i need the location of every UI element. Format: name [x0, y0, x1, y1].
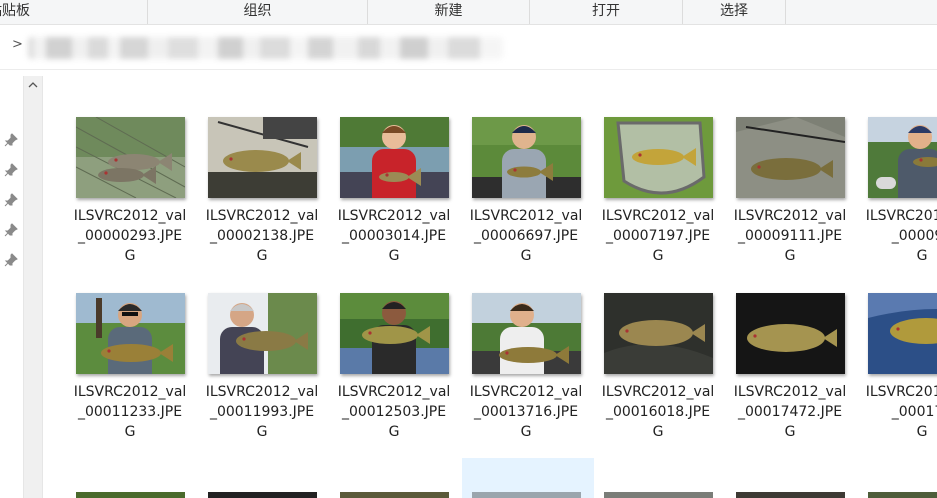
file-name-line: ILSVRC2012_val: [601, 208, 715, 224]
file-thumbnail[interactable]: [868, 117, 937, 198]
file-name-line: _00012503.JPE: [341, 404, 447, 420]
file-name-line: _00016018.JPE: [605, 404, 711, 420]
file-name-label[interactable]: ILSVRC2012_val _00003014.JPE G: [329, 206, 459, 266]
address-chevron-icon[interactable]: >: [12, 37, 23, 52]
file-name-line: G: [916, 424, 928, 440]
file-name-line: _00011233.JPE: [77, 404, 183, 420]
pin-icon[interactable]: [4, 223, 18, 237]
file-name-line: G: [784, 248, 796, 264]
file-name-line: G: [520, 424, 532, 440]
file-name-line: _00017472.JPE: [737, 404, 843, 420]
file-name-line: _00003014.JPE: [341, 228, 447, 244]
file-name-line: _000176: [891, 404, 937, 420]
file-name-line: G: [652, 248, 664, 264]
file-thumbnail[interactable]: [208, 293, 317, 374]
file-thumbnail[interactable]: [208, 492, 317, 498]
address-path-blurred[interactable]: [28, 37, 503, 59]
file-name-line: ILSVRC2012_val: [469, 384, 583, 400]
file-thumbnail[interactable]: [736, 293, 845, 374]
file-thumbnail[interactable]: [340, 293, 449, 374]
file-name-line: ILSVRC2012_val: [469, 208, 583, 224]
file-name-label[interactable]: ILSVRC2012_val _00006697.JPE G: [461, 206, 591, 266]
file-name-label[interactable]: ILSVRC2012_val _00000293.JPE G: [65, 206, 195, 266]
file-name-line: ILSVRC2012_val: [205, 208, 319, 224]
pin-icon[interactable]: [4, 163, 18, 177]
ribbon-group-clipboard[interactable]: 粘贴板: [0, 0, 148, 24]
file-name-line: ILSVRC2012_val: [601, 384, 715, 400]
file-name-label[interactable]: ILSVRC2012_val _000176 G: [857, 382, 937, 442]
file-name-line: ILSVRC2012_val: [733, 208, 847, 224]
file-name-line: _00011993.JPE: [209, 404, 315, 420]
file-name-label[interactable]: ILSVRC2012_val _00017472.JPE G: [725, 382, 855, 442]
file-name-line: G: [256, 424, 268, 440]
ribbon-group-bar: 粘贴板 组织 新建 打开 选择: [0, 0, 937, 25]
file-thumbnail[interactable]: [868, 293, 937, 374]
ribbon-group-new[interactable]: 新建: [368, 0, 530, 24]
file-name-line: ILSVRC2012_val: [865, 208, 937, 224]
file-name-label[interactable]: ILSVRC2012_val _00012503.JPE G: [329, 382, 459, 442]
file-name-line: G: [124, 424, 136, 440]
nav-scrollbar[interactable]: [23, 76, 43, 498]
address-bar[interactable]: >: [0, 25, 937, 70]
file-name-line: G: [520, 248, 532, 264]
file-name-label[interactable]: ILSVRC2012_val _00013716.JPE G: [461, 382, 591, 442]
file-name-label[interactable]: ILSVRC2012_val _00002138.JPE G: [197, 206, 327, 266]
file-thumbnail[interactable]: [472, 293, 581, 374]
file-name-line: _00000293.JPE: [77, 228, 183, 244]
file-name-line: ILSVRC2012_val: [337, 384, 451, 400]
file-name-label[interactable]: ILSVRC2012_val _00011233.JPE G: [65, 382, 195, 442]
file-name-line: G: [916, 248, 928, 264]
file-thumbnail[interactable]: [472, 117, 581, 198]
pin-icon[interactable]: [4, 133, 18, 147]
ribbon-group-label: 组织: [243, 3, 272, 19]
file-name-line: _00002138.JPE: [209, 228, 315, 244]
ribbon-group-select[interactable]: 选择: [683, 0, 786, 24]
file-name-line: ILSVRC2012_val: [733, 384, 847, 400]
ribbon-group-label: 粘贴板: [0, 3, 30, 19]
file-name-line: G: [784, 424, 796, 440]
pin-icon[interactable]: [4, 253, 18, 267]
file-thumbnail[interactable]: [604, 293, 713, 374]
file-name-label[interactable]: ILSVRC2012_val _00007197.JPE G: [593, 206, 723, 266]
file-thumbnail[interactable]: [736, 117, 845, 198]
file-thumbnail[interactable]: [472, 492, 581, 498]
file-thumbnail[interactable]: [736, 492, 845, 498]
ribbon-group-label: 打开: [592, 3, 620, 19]
file-name-line: ILSVRC2012_val: [865, 384, 937, 400]
file-thumbnail[interactable]: [868, 492, 937, 498]
file-name-line: ILSVRC2012_val: [337, 208, 451, 224]
file-thumbnail[interactable]: [76, 293, 185, 374]
file-name-line: _00013716.JPE: [473, 404, 579, 420]
file-name-line: G: [388, 248, 400, 264]
file-name-line: G: [388, 424, 400, 440]
file-name-line: _000091: [891, 228, 937, 244]
file-name-line: G: [652, 424, 664, 440]
file-name-line: ILSVRC2012_val: [205, 384, 319, 400]
file-thumbnail[interactable]: [604, 117, 713, 198]
file-name-line: _00006697.JPE: [473, 228, 579, 244]
pin-icon[interactable]: [4, 193, 18, 207]
file-thumbnail[interactable]: [76, 492, 185, 498]
file-thumbnail[interactable]: [604, 492, 713, 498]
ribbon-group-label: 选择: [720, 3, 748, 19]
file-name-line: G: [124, 248, 136, 264]
file-name-label[interactable]: ILSVRC2012_val _00009111.JPE G: [725, 206, 855, 266]
file-thumbnail[interactable]: [208, 117, 317, 198]
file-name-line: _00009111.JPE: [737, 228, 843, 244]
file-thumbnail[interactable]: [340, 492, 449, 498]
file-name-line: _00007197.JPE: [605, 228, 711, 244]
file-name-label[interactable]: ILSVRC2012_val _00011993.JPE G: [197, 382, 327, 442]
file-thumbnail[interactable]: [76, 117, 185, 198]
ribbon-group-label: 新建: [434, 3, 463, 19]
ribbon-group-open[interactable]: 打开: [530, 0, 683, 24]
ribbon-group-organize[interactable]: 组织: [148, 0, 368, 24]
file-thumbnail[interactable]: [340, 117, 449, 198]
file-name-line: ILSVRC2012_val: [73, 208, 187, 224]
file-name-label[interactable]: ILSVRC2012_val _00016018.JPE G: [593, 382, 723, 442]
file-name-line: ILSVRC2012_val: [73, 384, 187, 400]
file-name-label[interactable]: ILSVRC2012_val _000091 G: [857, 206, 937, 266]
file-name-line: G: [256, 248, 268, 264]
scroll-up-arrow-icon[interactable]: [24, 76, 42, 94]
